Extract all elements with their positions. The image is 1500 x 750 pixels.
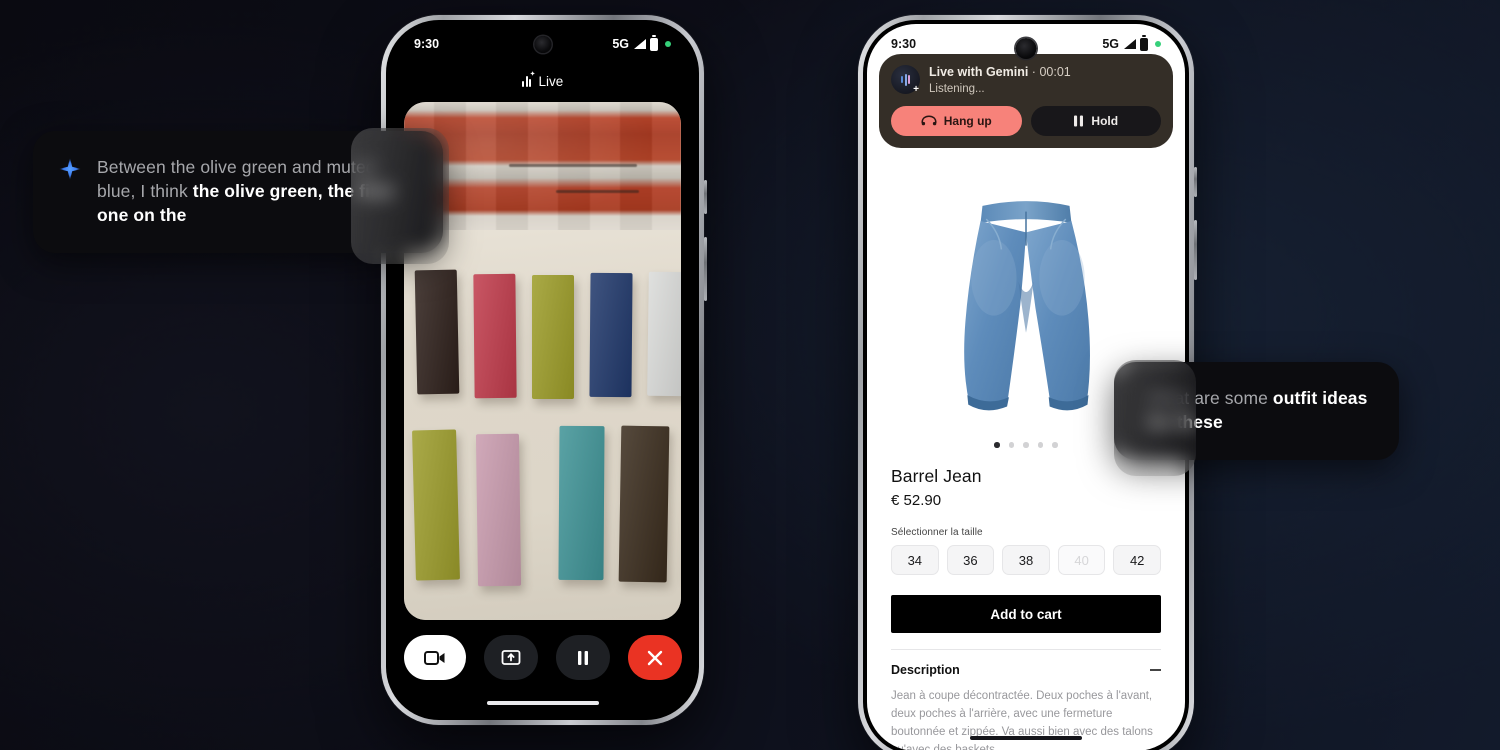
home-indicator-left[interactable] <box>486 701 599 705</box>
size-option[interactable]: 42 <box>1113 545 1161 575</box>
carousel-dot[interactable] <box>994 442 1000 448</box>
gemini-card-title: Live with Gemini · 00:01 <box>929 65 1071 81</box>
paint-swatch <box>473 273 517 399</box>
paint-swatch <box>475 433 522 587</box>
gemini-title-separator: · <box>1028 65 1040 79</box>
minus-icon[interactable] <box>1150 669 1161 671</box>
screen-share-icon <box>501 650 520 665</box>
paint-swatch <box>647 271 681 397</box>
add-to-cart-button[interactable]: Add to cart <box>891 595 1161 633</box>
front-camera-punchhole <box>534 36 551 53</box>
gemini-sparkle-icon <box>59 158 81 180</box>
battery-icon <box>1140 35 1148 51</box>
call-controls-bar <box>390 635 695 680</box>
share-screen-button[interactable] <box>483 635 538 680</box>
phone-left: 9:30 5G Live <box>381 15 707 725</box>
network-label: 5G <box>1102 37 1119 51</box>
gemini-live-call-card[interactable]: Live with Gemini · 00:01 Listening... Ha… <box>879 54 1173 148</box>
carousel-dot[interactable] <box>1023 442 1029 448</box>
status-time: 9:30 <box>414 37 440 51</box>
caption-dim-text: What are some <box>1148 388 1273 408</box>
description-header[interactable]: Description <box>891 663 1161 677</box>
phone-left-screen: 9:30 5G Live <box>390 24 695 716</box>
battery-icon <box>650 35 658 51</box>
pause-icon <box>577 650 588 665</box>
status-indicators: 5G <box>1102 35 1161 51</box>
gemini-caption-left: Between the olive green and muted blue, … <box>33 131 443 254</box>
equalizer-sparkle-icon <box>521 71 535 87</box>
signal-icon <box>634 39 646 49</box>
front-camera-punchhole <box>1015 38 1037 59</box>
pause-icon <box>1074 115 1084 127</box>
gemini-caption-right: What are some outfit ideas for these <box>1114 362 1399 461</box>
paint-swatch <box>414 269 460 395</box>
divider <box>891 649 1161 650</box>
paint-swatch <box>589 272 633 398</box>
gemini-card-actions: Hang up Hold <box>891 105 1161 136</box>
gemini-title-text: Live with Gemini <box>929 65 1029 79</box>
caption-text-left: Between the olive green and muted blue, … <box>97 155 403 227</box>
phone-left-bezel: 9:30 5G Live <box>386 20 699 720</box>
privacy-indicator-icon <box>665 41 671 47</box>
gemini-card-header: Live with Gemini · 00:01 Listening... <box>891 65 1161 95</box>
status-indicators: 5G <box>612 35 671 51</box>
video-camera-icon <box>423 650 444 665</box>
product-info-panel: Barrel Jean € 52.90 Sélectionner la tail… <box>891 466 1161 750</box>
description-body: Jean à coupe décontractée. Deux poches à… <box>891 690 1153 750</box>
brick-wall-background <box>404 102 681 242</box>
live-label: Live <box>538 73 564 89</box>
live-header: Live <box>390 64 695 98</box>
caption-text-right: What are some outfit ideas for these <box>1148 388 1367 432</box>
size-option-unavailable: 40 <box>1057 545 1106 575</box>
close-x-icon <box>647 650 662 665</box>
network-label: 5G <box>612 37 629 51</box>
gemini-call-status: Listening... <box>929 82 985 95</box>
carousel-dot[interactable] <box>1052 442 1058 448</box>
product-title: Barrel Jean <box>891 466 982 486</box>
paint-swatch <box>618 425 670 583</box>
size-selector-label: Sélectionner la taille <box>891 527 983 538</box>
pause-button[interactable] <box>555 635 610 680</box>
paint-swatch <box>532 275 574 399</box>
carousel-dot[interactable] <box>1037 442 1044 448</box>
hang-up-label: Hang up <box>943 113 992 128</box>
hold-button[interactable]: Hold <box>1030 105 1161 136</box>
status-time: 9:30 <box>891 37 917 51</box>
gemini-sparkle-avatar-icon <box>891 65 920 95</box>
camera-live-view[interactable] <box>404 102 681 620</box>
size-option[interactable]: 34 <box>891 545 939 575</box>
paint-swatch <box>412 429 460 581</box>
home-indicator-right[interactable] <box>970 736 1082 740</box>
gemini-call-timer: 00:01 <box>1039 65 1071 79</box>
hang-up-button[interactable]: Hang up <box>891 105 1022 136</box>
size-option[interactable]: 38 <box>1002 545 1050 575</box>
size-selector: 34 36 38 40 42 <box>891 545 1161 575</box>
product-price: € 52.90 <box>891 492 942 509</box>
table-surface <box>404 230 681 620</box>
signal-icon <box>1124 39 1136 49</box>
size-option[interactable]: 36 <box>946 545 995 575</box>
right-phone-volume-button[interactable] <box>1194 220 1197 280</box>
left-phone-power-button[interactable] <box>704 180 707 214</box>
end-call-button[interactable] <box>627 635 682 680</box>
left-phone-volume-button[interactable] <box>704 237 707 301</box>
description-title: Description <box>891 663 960 677</box>
phone-hangup-icon <box>921 115 937 126</box>
privacy-indicator-icon <box>1155 41 1161 47</box>
right-phone-power-button[interactable] <box>1194 167 1197 197</box>
carousel-dot[interactable] <box>1008 442 1015 448</box>
camera-toggle-button[interactable] <box>403 635 466 680</box>
hold-label: Hold <box>1091 113 1119 128</box>
paint-swatch <box>558 425 605 581</box>
